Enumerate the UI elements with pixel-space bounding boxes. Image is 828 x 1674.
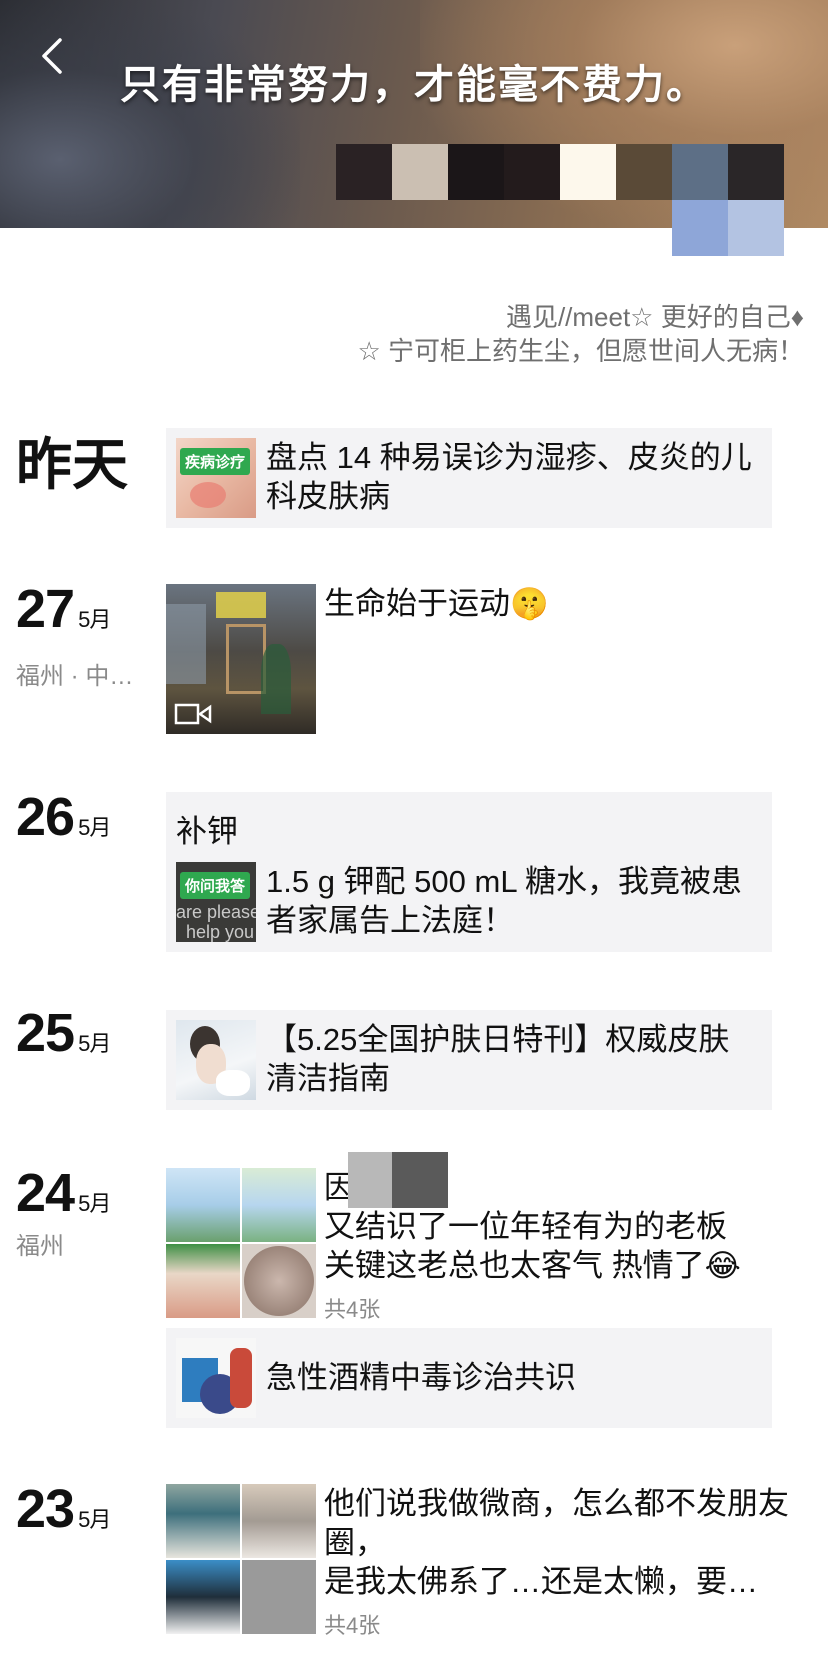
share-thumbnail: 你问我答 are please help you: [176, 862, 256, 942]
post-text: 补钾: [176, 814, 238, 849]
cover-slogan: 只有非常努力，才能毫不费力。: [120, 63, 708, 107]
photo-thumbnail[interactable]: [166, 1484, 240, 1558]
thumb-caption: are please: [176, 902, 256, 922]
share-title: 急性酒精中毒诊治共识: [266, 1360, 576, 1395]
post-text-line: 关键这老总也太客气 热情了😂: [324, 1248, 741, 1283]
share-thumbnail: 疾病诊疗: [176, 438, 256, 518]
share-thumbnail: [176, 1338, 256, 1418]
day-number: 23: [16, 1479, 75, 1539]
month-label: 5月: [78, 1507, 111, 1532]
post-text: 生命始于运动🤫: [324, 586, 549, 621]
share-card-alcohol[interactable]: 急性酒精中毒诊治共识: [166, 1328, 772, 1428]
photo-thumbnail[interactable]: [242, 1244, 316, 1318]
date-23: 23 5月: [16, 1478, 111, 1540]
day-number: 24: [16, 1163, 75, 1223]
share-card-skincare[interactable]: 【5.25全国护肤日特刊】权威皮肤清洁指南: [166, 1010, 772, 1110]
photo-thumbnail[interactable]: [242, 1484, 316, 1558]
profile-signature: 遇见//meet☆ 更好的自己♦ ☆ 宁可柜上药生尘，但愿世间人无病！: [357, 300, 804, 368]
date-25: 25 5月: [16, 1002, 111, 1064]
post-location[interactable]: 福州 · 中…: [16, 656, 133, 691]
photo-thumbnail[interactable]: [166, 1244, 240, 1318]
date-24: 24 5月: [16, 1162, 111, 1224]
photo-thumbnail[interactable]: [242, 1560, 316, 1634]
photo-grid[interactable]: [166, 1168, 316, 1318]
post-location[interactable]: 福州: [16, 1226, 64, 1261]
share-title: 【5.25全国护肤日特刊】权威皮肤清洁指南: [266, 1022, 730, 1096]
blurred-name: [348, 1152, 392, 1208]
post-text-line: 又结识了一位年轻有为的老板: [324, 1209, 727, 1244]
month-label: 5月: [78, 1031, 111, 1056]
photo-thumbnail[interactable]: [166, 1560, 240, 1634]
date-27: 27 5月: [16, 578, 111, 640]
day-number: 25: [16, 1003, 75, 1063]
blurred-avatar[interactable]: [336, 144, 784, 260]
date-26: 26 5月: [16, 786, 111, 848]
day-number: 26: [16, 787, 75, 847]
photo-count: 共4张: [324, 1613, 381, 1638]
share-thumbnail: [176, 1020, 256, 1100]
video-camera-icon: [174, 702, 214, 731]
thumb-tag: 疾病诊疗: [180, 448, 251, 475]
post-text: 他们说我做微商，怎么都不发朋友圈， 是我太佛系了…还是太懒，要…: [324, 1486, 789, 1599]
thumb-tag: 你问我答: [180, 872, 251, 899]
month-label: 5月: [78, 1191, 111, 1216]
photo-count: 共4张: [324, 1297, 381, 1322]
post-text: 因 又结识了一位年轻有为的老板 关键这老总也太客气 热情了😂: [324, 1152, 808, 1285]
photo-grid[interactable]: [166, 1484, 316, 1634]
date-yesterday: 昨天: [16, 433, 128, 496]
share-card-potassium[interactable]: 补钾 你问我答 are please help you 1.5 g 钾配 500…: [166, 792, 772, 952]
photo-thumbnail[interactable]: [242, 1168, 316, 1242]
thumb-caption: help you: [186, 922, 255, 942]
signature-line-1: 遇见//meet☆ 更好的自己♦: [505, 302, 804, 332]
month-label: 5月: [78, 607, 111, 632]
signature-line-2: ☆ 宁可柜上药生尘，但愿世间人无病！: [357, 336, 804, 366]
month-label: 5月: [78, 815, 111, 840]
blurred-name: [392, 1152, 448, 1208]
back-chevron-icon[interactable]: [36, 34, 72, 78]
video-thumbnail[interactable]: [166, 584, 316, 734]
share-title: 盘点 14 种易误诊为湿疹、皮炎的儿科皮肤病: [266, 440, 752, 514]
share-title: 1.5 g 钾配 500 mL 糖水，我竟被患者家属告上法庭！: [266, 864, 743, 938]
share-card-eczema[interactable]: 疾病诊疗 盘点 14 种易误诊为湿疹、皮炎的儿科皮肤病: [166, 428, 772, 528]
day-number: 27: [16, 579, 75, 639]
photo-thumbnail[interactable]: [166, 1168, 240, 1242]
